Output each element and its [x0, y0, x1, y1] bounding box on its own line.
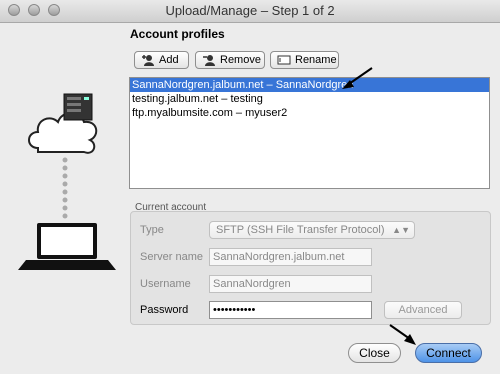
current-account-heading: Current account [135, 202, 207, 213]
connect-button[interactable]: Connect [415, 343, 482, 363]
advanced-button[interactable]: Advanced [384, 301, 462, 319]
account-profiles-heading: Account profiles [130, 27, 225, 41]
type-label: Type [140, 224, 164, 236]
annotation-arrow-icon [342, 67, 373, 89]
password-field[interactable]: ••••••••••• [209, 301, 372, 319]
remove-user-icon [202, 54, 216, 66]
server-icon [63, 93, 93, 121]
server-name-label: Server name [140, 251, 203, 263]
profile-item[interactable]: ftp.myalbumsite.com – myuser2 [130, 106, 489, 120]
dotted-connector [62, 157, 68, 219]
profile-item[interactable]: SannaNordgren.jalbum.net – SannaNordgren [130, 78, 489, 92]
close-button[interactable]: Close [348, 343, 401, 363]
rename-field-icon [277, 54, 291, 66]
profile-item[interactable]: testing.jalbum.net – testing [130, 92, 489, 106]
add-profile-label: Add [159, 54, 179, 66]
server-name-field[interactable]: SannaNordgren.jalbum.net [209, 248, 372, 266]
connection-illustration [18, 93, 116, 270]
laptop-icon [18, 223, 116, 270]
rename-profile-button[interactable]: Rename [270, 51, 339, 69]
remove-profile-button[interactable]: Remove [195, 51, 265, 69]
remove-profile-label: Remove [220, 54, 261, 66]
add-user-icon [141, 54, 155, 66]
window-title: Upload/Manage – Step 1 of 2 [165, 3, 335, 18]
select-arrows-icon: ▲▼ [392, 225, 410, 235]
account-profiles-list[interactable]: SannaNordgren.jalbum.net – SannaNordgren… [129, 77, 490, 189]
username-label: Username [140, 278, 191, 290]
title-bar: Upload/Manage – Step 1 of 2 [0, 0, 500, 23]
upload-manage-window: Upload/Manage – Step 1 of 2 Account prof… [0, 0, 500, 374]
username-field[interactable]: SannaNordgren [209, 275, 372, 293]
type-select[interactable]: SFTP (SSH File Transfer Protocol) ▲▼ [209, 221, 415, 239]
type-value: SFTP (SSH File Transfer Protocol) [216, 224, 385, 236]
add-profile-button[interactable]: Add [134, 51, 189, 69]
password-label: Password [140, 304, 189, 316]
rename-profile-label: Rename [295, 54, 337, 66]
